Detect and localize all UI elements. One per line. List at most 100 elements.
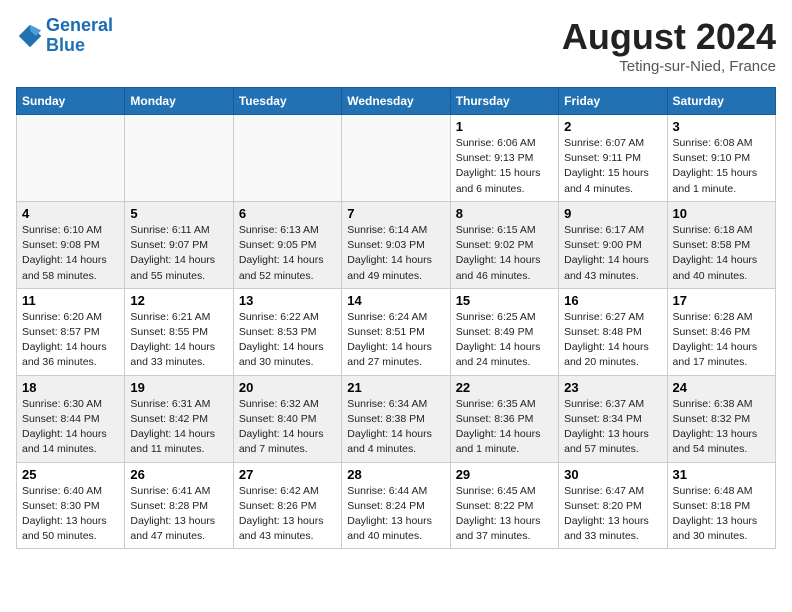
day-number: 17 — [673, 293, 770, 308]
day-info: Sunrise: 6:11 AMSunset: 9:07 PMDaylight:… — [130, 223, 227, 284]
day-info: Sunrise: 6:17 AMSunset: 9:00 PMDaylight:… — [564, 223, 661, 284]
day-info: Sunrise: 6:41 AMSunset: 8:28 PMDaylight:… — [130, 484, 227, 545]
calendar-cell: 3Sunrise: 6:08 AMSunset: 9:10 PMDaylight… — [667, 115, 775, 202]
day-info: Sunrise: 6:35 AMSunset: 8:36 PMDaylight:… — [456, 397, 553, 458]
day-number: 4 — [22, 206, 119, 221]
day-number: 13 — [239, 293, 336, 308]
header-sunday: Sunday — [17, 88, 125, 115]
day-number: 7 — [347, 206, 444, 221]
day-info: Sunrise: 6:21 AMSunset: 8:55 PMDaylight:… — [130, 310, 227, 371]
day-number: 12 — [130, 293, 227, 308]
calendar-cell: 26 Sunrise: 6:41 AMSunset: 8:28 PMDayligh… — [125, 462, 233, 549]
header-thursday: Thursday — [450, 88, 558, 115]
day-info: Sunrise: 6:24 AMSunset: 8:51 PMDaylight:… — [347, 310, 444, 371]
calendar-cell: 4Sunrise: 6:10 AMSunset: 9:08 PMDaylight… — [17, 201, 125, 288]
logo-icon — [16, 22, 44, 50]
day-number: 16 — [564, 293, 661, 308]
calendar-cell: 23 Sunrise: 6:37 AMSunset: 8:34 PMDayligh… — [559, 375, 667, 462]
page-header: General Blue August 2024 Teting-sur-Nied… — [16, 16, 776, 75]
day-number: 29 — [456, 467, 553, 482]
calendar-week-1: 4Sunrise: 6:10 AMSunset: 9:08 PMDaylight… — [17, 201, 776, 288]
header-wednesday: Wednesday — [342, 88, 450, 115]
day-info: Sunrise: 6:34 AMSunset: 8:38 PMDaylight:… — [347, 397, 444, 458]
day-number: 21 — [347, 380, 444, 395]
day-info: Sunrise: 6:14 AMSunset: 9:03 PMDaylight:… — [347, 223, 444, 284]
day-info: Sunrise: 6:31 AMSunset: 8:42 PMDaylight:… — [130, 397, 227, 458]
calendar-cell: 18 Sunrise: 6:30 AMSunset: 8:44 PMDayligh… — [17, 375, 125, 462]
calendar-week-0: 1 Sunrise: 6:06 AMSunset: 9:13 PMDaylight… — [17, 115, 776, 202]
day-number: 22 — [456, 380, 553, 395]
calendar-cell: 24Sunrise: 6:38 AMSunset: 8:32 PMDayligh… — [667, 375, 775, 462]
day-number: 6 — [239, 206, 336, 221]
day-number: 19 — [130, 380, 227, 395]
day-info: Sunrise: 6:40 AMSunset: 8:30 PMDaylight:… — [22, 484, 119, 545]
header-row: SundayMondayTuesdayWednesdayThursdayFrid… — [17, 88, 776, 115]
calendar-cell: 6 Sunrise: 6:13 AMSunset: 9:05 PMDaylight… — [233, 201, 341, 288]
calendar-cell: 19 Sunrise: 6:31 AMSunset: 8:42 PMDayligh… — [125, 375, 233, 462]
calendar-cell: 9 Sunrise: 6:17 AMSunset: 9:00 PMDaylight… — [559, 201, 667, 288]
logo-text: General Blue — [46, 16, 113, 56]
day-number: 10 — [673, 206, 770, 221]
day-number: 30 — [564, 467, 661, 482]
calendar-cell: 12 Sunrise: 6:21 AMSunset: 8:55 PMDayligh… — [125, 288, 233, 375]
calendar-cell: 22 Sunrise: 6:35 AMSunset: 8:36 PMDayligh… — [450, 375, 558, 462]
calendar-cell: 7 Sunrise: 6:14 AMSunset: 9:03 PMDaylight… — [342, 201, 450, 288]
day-info: Sunrise: 6:06 AMSunset: 9:13 PMDaylight:… — [456, 136, 553, 197]
calendar-cell: 16 Sunrise: 6:27 AMSunset: 8:48 PMDayligh… — [559, 288, 667, 375]
month-title: August 2024 — [562, 16, 776, 58]
day-info: Sunrise: 6:07 AMSunset: 9:11 PMDaylight:… — [564, 136, 661, 197]
day-info: Sunrise: 6:28 AMSunset: 8:46 PMDaylight:… — [673, 310, 770, 371]
calendar-cell: 5 Sunrise: 6:11 AMSunset: 9:07 PMDaylight… — [125, 201, 233, 288]
calendar-cell: 29 Sunrise: 6:45 AMSunset: 8:22 PMDayligh… — [450, 462, 558, 549]
logo: General Blue — [16, 16, 113, 56]
day-number: 20 — [239, 380, 336, 395]
calendar-table: SundayMondayTuesdayWednesdayThursdayFrid… — [16, 87, 776, 549]
calendar-cell: 15Sunrise: 6:25 AMSunset: 8:49 PMDayligh… — [450, 288, 558, 375]
calendar-cell: 20 Sunrise: 6:32 AMSunset: 8:40 PMDayligh… — [233, 375, 341, 462]
calendar-cell: 10 Sunrise: 6:18 AMSunset: 8:58 PMDayligh… — [667, 201, 775, 288]
day-info: Sunrise: 6:44 AMSunset: 8:24 PMDaylight:… — [347, 484, 444, 545]
day-number: 9 — [564, 206, 661, 221]
day-number: 14 — [347, 293, 444, 308]
calendar-cell: 31Sunrise: 6:48 AMSunset: 8:18 PMDayligh… — [667, 462, 775, 549]
day-number: 1 — [456, 119, 553, 134]
day-number: 23 — [564, 380, 661, 395]
calendar-cell: 27Sunrise: 6:42 AMSunset: 8:26 PMDayligh… — [233, 462, 341, 549]
calendar-week-4: 25Sunrise: 6:40 AMSunset: 8:30 PMDayligh… — [17, 462, 776, 549]
day-info: Sunrise: 6:22 AMSunset: 8:53 PMDaylight:… — [239, 310, 336, 371]
calendar-cell — [233, 115, 341, 202]
calendar-cell: 2Sunrise: 6:07 AMSunset: 9:11 PMDaylight… — [559, 115, 667, 202]
day-number: 5 — [130, 206, 227, 221]
header-tuesday: Tuesday — [233, 88, 341, 115]
location: Teting-sur-Nied, France — [562, 58, 776, 75]
calendar-cell — [17, 115, 125, 202]
calendar-cell: 11Sunrise: 6:20 AMSunset: 8:57 PMDayligh… — [17, 288, 125, 375]
day-number: 18 — [22, 380, 119, 395]
calendar-cell: 30 Sunrise: 6:47 AMSunset: 8:20 PMDayligh… — [559, 462, 667, 549]
calendar-cell: 21 Sunrise: 6:34 AMSunset: 8:38 PMDayligh… — [342, 375, 450, 462]
header-monday: Monday — [125, 88, 233, 115]
calendar-week-2: 11Sunrise: 6:20 AMSunset: 8:57 PMDayligh… — [17, 288, 776, 375]
day-info: Sunrise: 6:38 AMSunset: 8:32 PMDaylight:… — [673, 397, 770, 458]
calendar-cell: 17 Sunrise: 6:28 AMSunset: 8:46 PMDayligh… — [667, 288, 775, 375]
day-info: Sunrise: 6:47 AMSunset: 8:20 PMDaylight:… — [564, 484, 661, 545]
calendar-cell: 25Sunrise: 6:40 AMSunset: 8:30 PMDayligh… — [17, 462, 125, 549]
calendar-cell — [342, 115, 450, 202]
day-info: Sunrise: 6:13 AMSunset: 9:05 PMDaylight:… — [239, 223, 336, 284]
day-number: 8 — [456, 206, 553, 221]
day-info: Sunrise: 6:27 AMSunset: 8:48 PMDaylight:… — [564, 310, 661, 371]
day-info: Sunrise: 6:18 AMSunset: 8:58 PMDaylight:… — [673, 223, 770, 284]
day-info: Sunrise: 6:42 AMSunset: 8:26 PMDaylight:… — [239, 484, 336, 545]
day-number: 11 — [22, 293, 119, 308]
day-info: Sunrise: 6:37 AMSunset: 8:34 PMDaylight:… — [564, 397, 661, 458]
day-info: Sunrise: 6:15 AMSunset: 9:02 PMDaylight:… — [456, 223, 553, 284]
day-number: 3 — [673, 119, 770, 134]
day-info: Sunrise: 6:30 AMSunset: 8:44 PMDaylight:… — [22, 397, 119, 458]
calendar-cell — [125, 115, 233, 202]
day-info: Sunrise: 6:32 AMSunset: 8:40 PMDaylight:… — [239, 397, 336, 458]
day-number: 28 — [347, 467, 444, 482]
calendar-cell: 8 Sunrise: 6:15 AMSunset: 9:02 PMDaylight… — [450, 201, 558, 288]
calendar-week-3: 18 Sunrise: 6:30 AMSunset: 8:44 PMDayligh… — [17, 375, 776, 462]
day-info: Sunrise: 6:45 AMSunset: 8:22 PMDaylight:… — [456, 484, 553, 545]
day-number: 26 — [130, 467, 227, 482]
